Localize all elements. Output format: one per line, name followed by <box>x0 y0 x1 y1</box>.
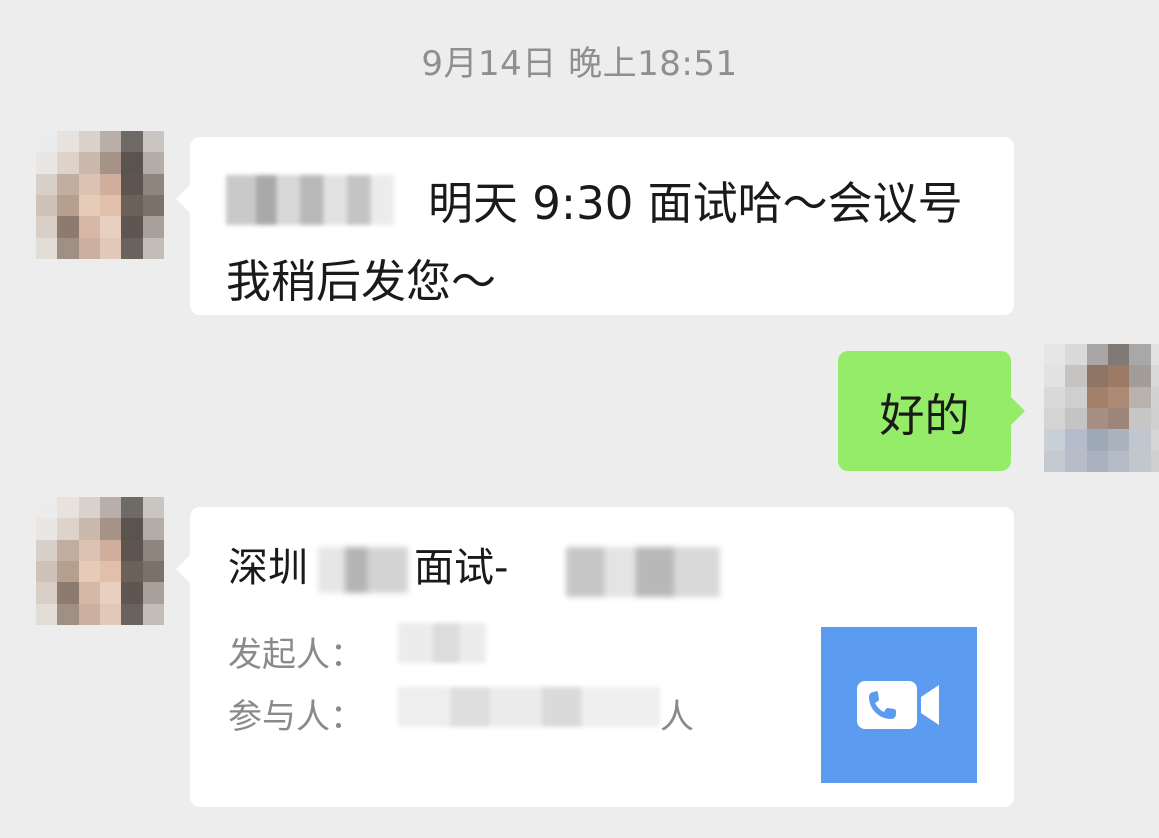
participants-suffix: 人 <box>660 697 694 737</box>
initiator-label: 发起人： <box>228 635 364 675</box>
my-avatar[interactable] <box>1044 344 1159 472</box>
participants-label: 参与人： <box>228 697 364 737</box>
video-camera-icon <box>857 681 939 729</box>
message-text: 好的 <box>879 388 970 442</box>
contact-avatar[interactable] <box>36 131 164 259</box>
contact-avatar[interactable] <box>36 497 164 625</box>
incoming-message-bubble[interactable]: 明天 9:30 面试哈～会议号我稍后发您～ <box>176 137 1014 315</box>
chat-window: 9月14日 晚上18:51 明天 9:30 面试哈～会议号我稍后发您～ 好的 深… <box>0 0 1159 838</box>
video-call-icon[interactable] <box>821 627 977 783</box>
meeting-title-prefix: 深圳 <box>228 545 308 591</box>
redacted-title-part <box>318 547 408 593</box>
redacted-initiator <box>398 623 486 663</box>
redacted-title-part <box>566 547 720 597</box>
message-timestamp: 9月14日 晚上18:51 <box>421 44 738 84</box>
meeting-title-middle: 面试- <box>414 545 509 591</box>
meeting-invite-card[interactable]: 深圳 面试- 发起人： 参与人： 人 <box>176 507 1014 807</box>
redacted-name <box>226 175 394 225</box>
redacted-participants <box>398 687 660 727</box>
outgoing-message-bubble[interactable]: 好的 <box>838 351 1025 471</box>
